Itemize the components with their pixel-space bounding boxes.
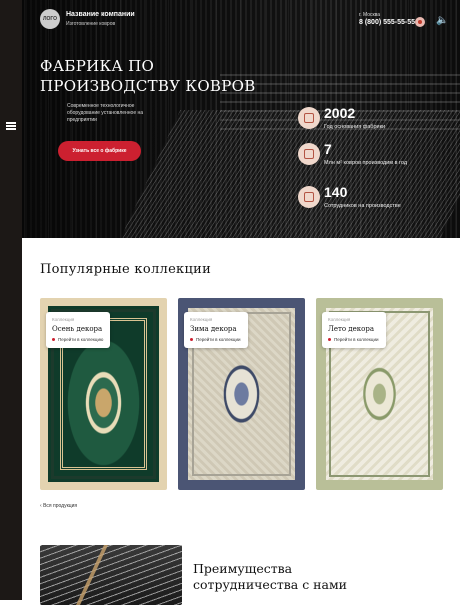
side-panel <box>0 0 22 600</box>
collection-name[interactable]: Осень декора <box>52 325 102 333</box>
collection-name[interactable]: Зима декора <box>190 325 237 333</box>
award-icon <box>298 107 320 129</box>
people-icon <box>298 186 320 208</box>
carpet-icon <box>298 143 320 165</box>
collection-card[interactable]: Коллекция Лето декора Перейти в коллекци… <box>316 298 443 490</box>
collection-kind: Коллекция <box>52 317 75 322</box>
collection-tag: Коллекция Осень декора Перейти в коллекц… <box>46 312 110 348</box>
advantages-photo <box>40 545 182 605</box>
collection-tag: Коллекция Зима декора Перейти в коллекци… <box>184 312 248 348</box>
stat-label: Сотрудников на производстве <box>324 203 401 209</box>
collection-link[interactable]: Перейти в коллекции <box>190 337 240 342</box>
collection-kind: Коллекция <box>328 317 351 322</box>
collection-card[interactable]: Коллекция Зима декора Перейти в коллекци… <box>178 298 305 490</box>
collection-card[interactable]: Коллекция Осень декора Перейти в коллекц… <box>40 298 167 490</box>
company-slogan: Изготовление ковров <box>66 21 116 27</box>
hero-subtitle: Современное технологичное оборудование у… <box>67 103 144 123</box>
menu-icon[interactable] <box>6 122 16 130</box>
stat-number: 7 <box>324 141 332 157</box>
phone-number[interactable]: 8 (800) 555-55-55 <box>359 19 415 26</box>
stat-number: 2002 <box>324 105 356 121</box>
collection-kind: Коллекция <box>190 317 213 322</box>
collection-name[interactable]: Лето декора <box>328 325 374 333</box>
stat-number: 140 <box>324 184 348 200</box>
collection-link[interactable]: Перейти в коллекции <box>328 337 378 342</box>
hero-title: ФАБРИКА ПО ПРОИЗВОДСТВУ КОВРОВ <box>40 57 256 95</box>
company-logo[interactable]: ЛОГО <box>40 9 60 29</box>
company-name: Название компании <box>66 11 135 18</box>
hero-banner: ЛОГО Название компании Изготовление ковр… <box>0 0 460 238</box>
collection-tag: Коллекция Лето декора Перейти в коллекци… <box>322 312 386 348</box>
about-factory-button[interactable]: Узнать все о фабрике <box>58 141 141 161</box>
stat-label: Год основания фабрики <box>324 124 386 130</box>
sound-icon[interactable]: 🔈 <box>436 15 448 27</box>
callback-icon[interactable] <box>415 17 425 27</box>
stat-label: Млн м² ковров производим в год <box>324 160 408 166</box>
all-products-label: Вся продукция <box>43 503 78 509</box>
city-label: г. Москва <box>359 12 381 18</box>
collections-title: Популярные коллекции <box>40 262 212 277</box>
advantages-title: Преимущества сотрудничества с нами <box>193 561 348 592</box>
collection-link[interactable]: Перейти в коллекцию <box>52 337 103 342</box>
all-products-link[interactable]: ‹ Вся продукция <box>40 503 77 509</box>
